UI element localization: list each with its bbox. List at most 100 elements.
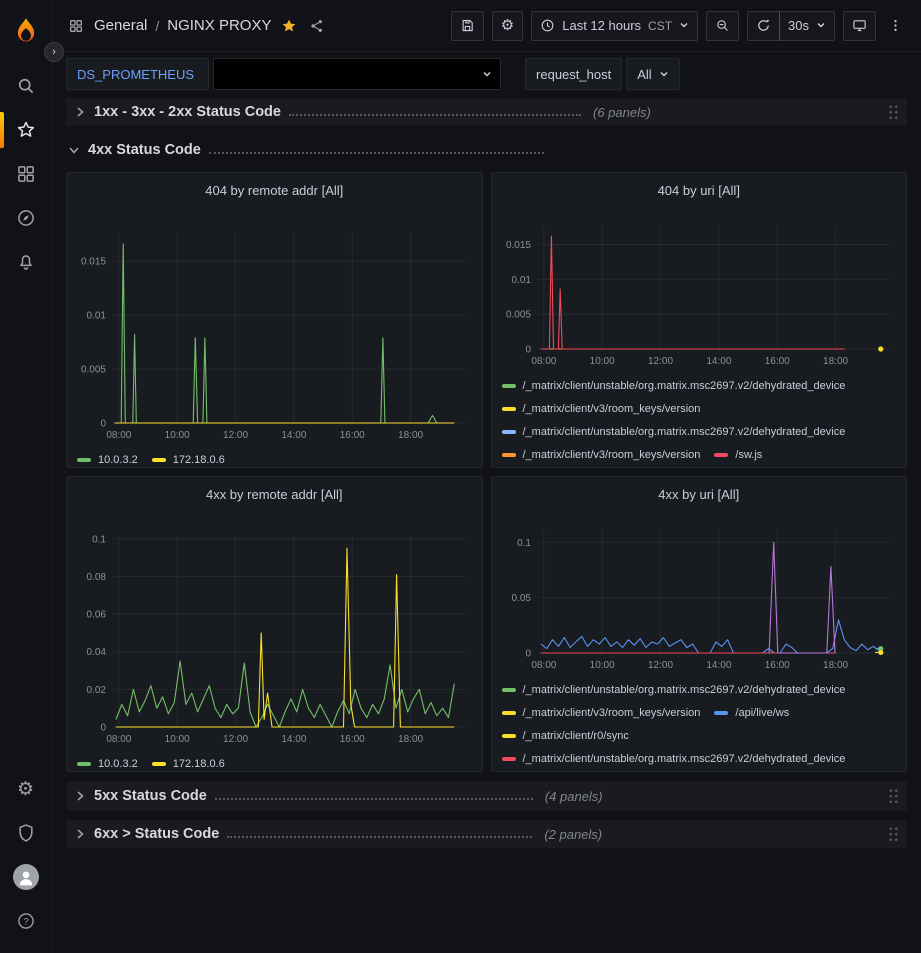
sidebar: ⚙ ? — [0, 0, 52, 953]
sidebar-item-explore[interactable] — [0, 196, 52, 240]
sidebar-expand-button[interactable]: › — [44, 42, 64, 62]
sidebar-item-starred[interactable] — [0, 108, 52, 152]
svg-text:16:00: 16:00 — [340, 430, 365, 441]
svg-text:?: ? — [23, 916, 28, 926]
legend-label: /_matrix/client/v3/room_keys/version — [523, 398, 701, 420]
legend-swatch — [502, 688, 516, 692]
svg-text:12:00: 12:00 — [223, 430, 248, 441]
legend-item[interactable]: /api/live/ws — [714, 702, 789, 724]
svg-text:08:00: 08:00 — [106, 430, 131, 441]
apps-grid-button[interactable] — [66, 16, 86, 36]
panel-title[interactable]: 4xx by remote addr [All] — [75, 483, 474, 507]
svg-text:0: 0 — [100, 419, 106, 430]
svg-text:16:00: 16:00 — [764, 356, 789, 367]
svg-text:14:00: 14:00 — [281, 734, 306, 745]
legend-swatch — [77, 458, 91, 462]
legend-item[interactable]: 10.0.3.2 — [77, 753, 138, 771]
breadcrumb-section[interactable]: General — [94, 17, 147, 34]
legend-item[interactable]: /_matrix/client/v3/room_keys/version — [502, 444, 701, 466]
legend-item[interactable]: /sw.js — [714, 444, 762, 466]
row-header-6xx[interactable]: 6xx > Status Code (2 panels) — [66, 820, 907, 848]
svg-text:10:00: 10:00 — [589, 356, 614, 367]
kebab-menu-button[interactable] — [884, 11, 907, 41]
dashboard-settings-button[interactable]: ⚙ — [492, 11, 523, 41]
gear-icon: ⚙ — [17, 780, 34, 799]
svg-text:12:00: 12:00 — [648, 356, 673, 367]
datasource-label-text: DS_PROMETHEUS — [77, 67, 194, 82]
row-drag-handle[interactable] — [888, 104, 899, 121]
tv-mode-button[interactable] — [843, 11, 876, 41]
time-series-chart[interactable]: 00.050.108:0010:0012:0014:0016:0018:00 — [500, 507, 899, 673]
sidebar-item-alerting[interactable] — [0, 240, 52, 284]
row-drag-handle[interactable] — [888, 826, 899, 843]
time-series-chart[interactable]: 00.020.040.060.080.108:0010:0012:0014:00… — [75, 507, 474, 747]
time-series-chart[interactable]: 00.0050.010.01508:0010:0012:0014:0016:00… — [500, 203, 899, 369]
svg-text:0.015: 0.015 — [81, 257, 106, 268]
legend-item[interactable]: /_matrix/client/r0/sync — [502, 725, 629, 747]
legend-swatch — [152, 458, 166, 462]
legend-label: /_matrix/client/v3/room_keys/version — [523, 702, 701, 724]
time-range-label: Last 12 hours — [562, 18, 641, 33]
row-header-4xx[interactable]: 4xx Status Code — [66, 136, 907, 164]
clock-icon — [540, 18, 555, 33]
sidebar-item-profile[interactable] — [0, 855, 52, 899]
datasource-variable-label[interactable]: DS_PROMETHEUS — [66, 58, 209, 90]
legend-item[interactable]: /_matrix/client/unstable/org.matrix.msc2… — [502, 748, 846, 770]
legend-swatch — [502, 407, 516, 411]
breadcrumb-dashboard-title[interactable]: NGINX PROXY — [167, 17, 271, 34]
panel-title[interactable]: 404 by remote addr [All] — [75, 179, 474, 203]
request-host-select[interactable]: All — [626, 58, 679, 90]
svg-text:18:00: 18:00 — [398, 430, 423, 441]
legend-item[interactable]: 172.18.0.6 — [152, 753, 225, 771]
legend-item[interactable]: /_matrix/client/v3/room_keys/version — [502, 398, 701, 420]
svg-text:12:00: 12:00 — [223, 734, 248, 745]
datasource-select[interactable] — [213, 58, 501, 90]
sidebar-item-search[interactable] — [0, 64, 52, 108]
legend-swatch — [502, 711, 516, 715]
svg-text:0.01: 0.01 — [511, 275, 531, 286]
navbar-actions: ⚙ Last 12 hours CST — [451, 11, 907, 41]
request-host-label-text: request_host — [536, 67, 611, 82]
time-range-picker[interactable]: Last 12 hours CST — [531, 11, 698, 41]
legend-label: /_matrix/client/v3/room_keys/version — [523, 444, 701, 466]
row-header-5xx[interactable]: 5xx Status Code (4 panels) — [66, 782, 907, 810]
svg-text:18:00: 18:00 — [823, 660, 848, 671]
panel-title[interactable]: 4xx by uri [All] — [500, 483, 899, 507]
svg-text:0.04: 0.04 — [87, 647, 107, 658]
legend-swatch — [502, 453, 516, 457]
sidebar-item-help[interactable]: ? — [0, 899, 52, 943]
refresh-interval-value: 30s — [788, 18, 809, 33]
legend-item[interactable]: /_matrix/client/unstable/org.matrix.msc2… — [502, 375, 846, 397]
sidebar-item-configuration[interactable]: ⚙ — [0, 767, 52, 811]
grafana-flame-icon — [11, 17, 41, 47]
legend-item[interactable]: /_matrix/client/unstable/org.matrix.msc2… — [502, 679, 846, 701]
svg-text:18:00: 18:00 — [823, 356, 848, 367]
time-series-chart[interactable]: 00.0050.010.01508:0010:0012:0014:0016:00… — [75, 203, 474, 443]
legend-label: /_matrix/client/unstable/org.matrix.msc2… — [523, 375, 846, 397]
refresh-button[interactable] — [747, 11, 780, 41]
request-host-variable-label[interactable]: request_host — [525, 58, 622, 90]
legend-item[interactable]: /_matrix/client/unstable/org.matrix.msc2… — [502, 421, 846, 443]
share-button[interactable] — [307, 16, 327, 36]
breadcrumb-separator: / — [155, 18, 159, 34]
legend-item[interactable]: /_matrix/client/v3/room_keys/version — [502, 702, 701, 724]
legend-item[interactable]: 10.0.3.2 — [77, 449, 138, 467]
svg-text:16:00: 16:00 — [340, 734, 365, 745]
favorite-star-button[interactable] — [279, 16, 299, 36]
svg-text:0.1: 0.1 — [517, 538, 531, 549]
svg-text:10:00: 10:00 — [165, 430, 190, 441]
chevron-right-icon — [74, 790, 86, 802]
sidebar-item-server-admin[interactable] — [0, 811, 52, 855]
row-header-1xx-3xx-2xx[interactable]: 1xx - 3xx - 2xx Status Code (6 panels) — [66, 98, 907, 126]
share-icon — [309, 18, 325, 34]
row-drag-handle[interactable] — [888, 788, 899, 805]
sidebar-item-dashboards[interactable] — [0, 152, 52, 196]
zoom-out-button[interactable] — [706, 11, 739, 41]
save-dashboard-button[interactable] — [451, 11, 484, 41]
chevron-down-icon — [482, 67, 492, 82]
panel-title[interactable]: 404 by uri [All] — [500, 179, 899, 203]
panel-404-by-uri: 404 by uri [All] 00.0050.010.01508:0010:… — [491, 172, 908, 468]
legend-item[interactable]: 172.18.0.6 — [152, 449, 225, 467]
dashboard-variables-bar: DS_PROMETHEUS request_host All — [52, 52, 921, 96]
refresh-interval-dropdown[interactable]: 30s — [779, 11, 835, 41]
